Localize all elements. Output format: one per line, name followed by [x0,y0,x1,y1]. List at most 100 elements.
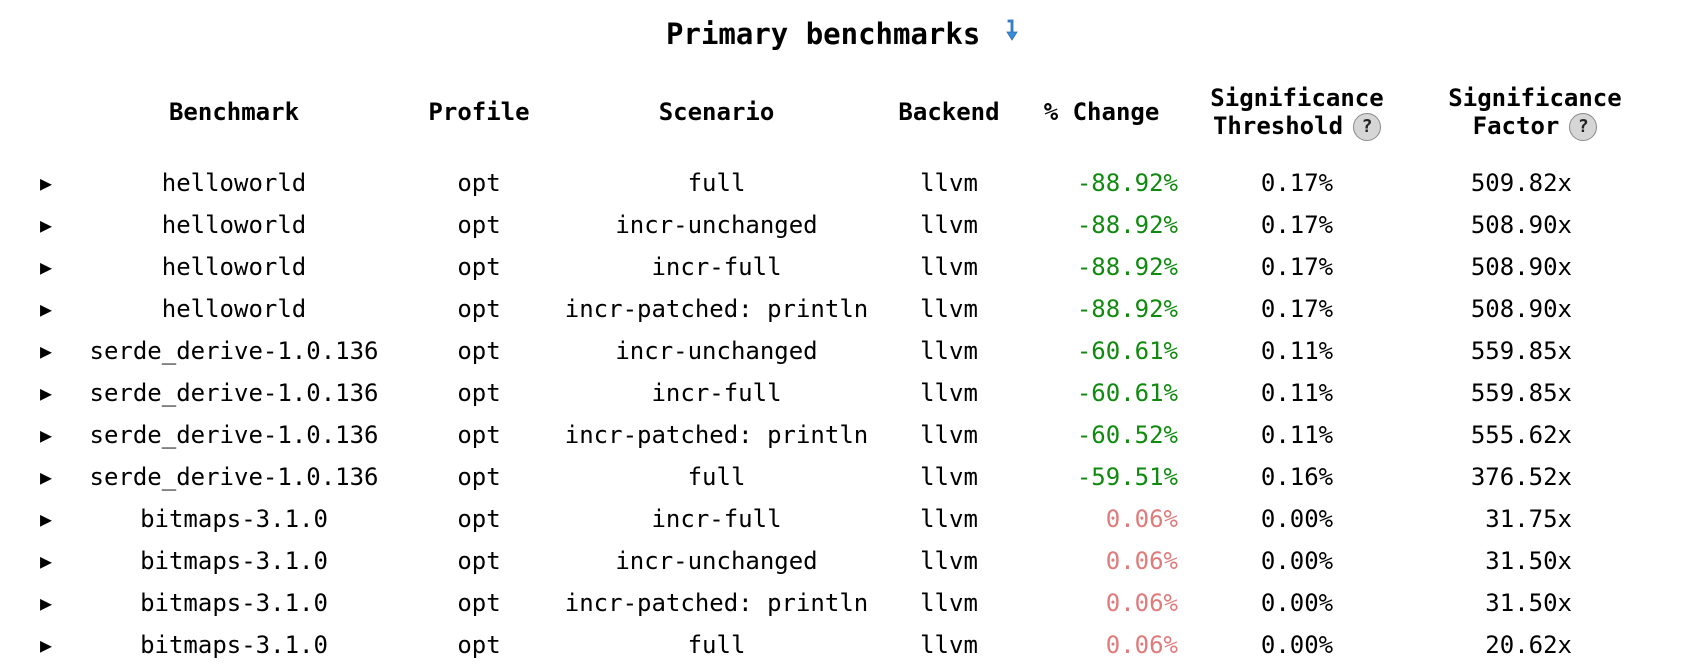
cell-profile: opt [457,589,501,617]
cell-scenario: incr-patched: println [564,421,869,449]
cell-percent-change: 0.06% [1105,631,1178,659]
cell-significance-threshold: 0.00% [1260,547,1334,575]
table-row[interactable]: ▶ helloworld opt incr-patched: println llvm -… [30,288,1660,330]
cell-backend: llvm [920,253,978,281]
cell-percent-change: -88.92% [1076,295,1178,323]
cell-percent-change: 0.06% [1105,547,1178,575]
table-row[interactable]: ▶ serde_derive-1.0.136 opt incr-unchanged ll… [30,330,1660,372]
expand-row-icon[interactable]: ▶ [30,582,64,624]
cell-profile: opt [457,421,501,449]
cell-profile: opt [457,253,501,281]
expand-row-icon[interactable]: ▶ [30,414,64,456]
cell-significance-threshold: 0.11% [1260,337,1334,365]
header-scenario[interactable]: Scenario [554,70,879,154]
cell-backend: llvm [920,337,978,365]
cell-profile: opt [457,295,501,323]
cell-backend: llvm [920,169,978,197]
expand-row-icon[interactable]: ▶ [30,540,64,582]
expand-row-icon[interactable]: ▶ [30,624,64,666]
table-row[interactable]: ▶ bitmaps-3.1.0 opt incr-full llvm 0.06% 0.00%… [30,498,1660,540]
cell-significance-factor: 31.50x [1485,547,1572,575]
cell-scenario: incr-patched: println [564,589,869,617]
cell-percent-change: -59.51% [1076,463,1178,491]
table-row[interactable]: ▶ bitmaps-3.1.0 opt incr-patched: println ll… [30,582,1660,624]
cell-profile: opt [457,547,501,575]
cell-significance-factor: 555.62x [1470,421,1572,449]
header-threshold-line1: Significance [1210,83,1384,112]
header-toggle [30,70,64,154]
header-benchmark[interactable]: Benchmark [64,70,404,154]
cell-backend: llvm [920,295,978,323]
header-profile[interactable]: Profile [404,70,554,154]
cell-scenario: incr-unchanged [615,337,818,365]
expand-row-icon[interactable]: ▶ [30,456,64,498]
expand-row-icon[interactable]: ▶ [30,246,64,288]
cell-significance-threshold: 0.11% [1260,421,1334,449]
cell-benchmark: bitmaps-3.1.0 [140,589,328,617]
header-factor-line2: Factor [1472,111,1560,140]
help-icon[interactable]: ? [1569,112,1598,141]
cell-scenario: full [687,631,746,659]
expand-row-icon[interactable]: ▶ [30,204,64,246]
cell-significance-threshold: 0.00% [1260,631,1334,659]
table-header: Benchmark Profile Scenario Backend % Cha… [30,70,1660,162]
cell-significance-threshold: 0.16% [1260,463,1334,491]
page-title: Primary benchmarks [666,17,981,51]
cell-backend: llvm [920,379,978,407]
cell-significance-factor: 559.85x [1470,379,1572,407]
cell-profile: opt [457,211,501,239]
sort-descending-arrow-icon[interactable] [1004,17,1022,57]
comparison-page: Primary benchmarks Benchmark Profile Sce… [0,0,1688,672]
cell-benchmark: serde_derive-1.0.136 [89,379,379,407]
cell-significance-factor: 31.75x [1485,505,1572,533]
cell-significance-factor: 31.50x [1485,589,1572,617]
expand-row-icon[interactable]: ▶ [30,498,64,540]
cell-significance-threshold: 0.17% [1260,253,1334,281]
cell-scenario: full [687,169,746,197]
table-row[interactable]: ▶ bitmaps-3.1.0 opt full llvm 0.06% 0.00% 20.62… [30,624,1660,666]
table-row[interactable]: ▶ serde_derive-1.0.136 opt full llvm -59.51% 0… [30,456,1660,498]
cell-backend: llvm [920,463,978,491]
header-change[interactable]: % Change [1019,70,1184,154]
cell-profile: opt [457,379,501,407]
title-row: Primary benchmarks [0,14,1688,54]
header-spacer [30,154,1660,162]
table-row[interactable]: ▶ helloworld opt full llvm -88.92% 0.17% 509.82… [30,162,1660,204]
cell-profile: opt [457,631,501,659]
cell-backend: llvm [920,589,978,617]
cell-scenario: incr-unchanged [615,211,818,239]
expand-row-icon[interactable]: ▶ [30,162,64,204]
cell-percent-change: -88.92% [1076,253,1178,281]
table-row[interactable]: ▶ serde_derive-1.0.136 opt incr-full llvm -60… [30,372,1660,414]
cell-significance-threshold: 0.00% [1260,589,1334,617]
expand-row-icon[interactable]: ▶ [30,288,64,330]
cell-percent-change: 0.06% [1105,589,1178,617]
cell-scenario: incr-full [651,505,782,533]
cell-significance-threshold: 0.17% [1260,295,1334,323]
benchmarks-table: Benchmark Profile Scenario Backend % Cha… [30,70,1660,666]
help-icon[interactable]: ? [1353,112,1382,141]
table-body: ▶ helloworld opt full llvm -88.92% 0.17% 509.82… [30,162,1660,666]
cell-profile: opt [457,337,501,365]
cell-scenario: full [687,463,746,491]
cell-benchmark: serde_derive-1.0.136 [89,421,379,449]
cell-backend: llvm [920,421,978,449]
table-row[interactable]: ▶ helloworld opt incr-unchanged llvm -88.92% 0… [30,204,1660,246]
cell-significance-threshold: 0.11% [1260,379,1334,407]
header-backend[interactable]: Backend [879,70,1019,154]
cell-scenario: incr-full [651,379,782,407]
cell-backend: llvm [920,505,978,533]
table-row[interactable]: ▶ helloworld opt incr-full llvm -88.92% 0.17% 5… [30,246,1660,288]
cell-scenario: incr-full [651,253,782,281]
cell-backend: llvm [920,211,978,239]
expand-row-icon[interactable]: ▶ [30,372,64,414]
expand-row-icon[interactable]: ▶ [30,330,64,372]
table-row[interactable]: ▶ serde_derive-1.0.136 opt incr-patched: pr… [30,414,1660,456]
cell-significance-factor: 508.90x [1470,253,1572,281]
cell-percent-change: -60.61% [1076,379,1178,407]
table-row[interactable]: ▶ bitmaps-3.1.0 opt incr-unchanged llvm 0.06%… [30,540,1660,582]
header-factor-line1: Significance [1448,83,1622,112]
header-threshold-line2: Threshold [1212,111,1344,140]
cell-percent-change: -60.61% [1076,337,1178,365]
cell-backend: llvm [920,547,978,575]
